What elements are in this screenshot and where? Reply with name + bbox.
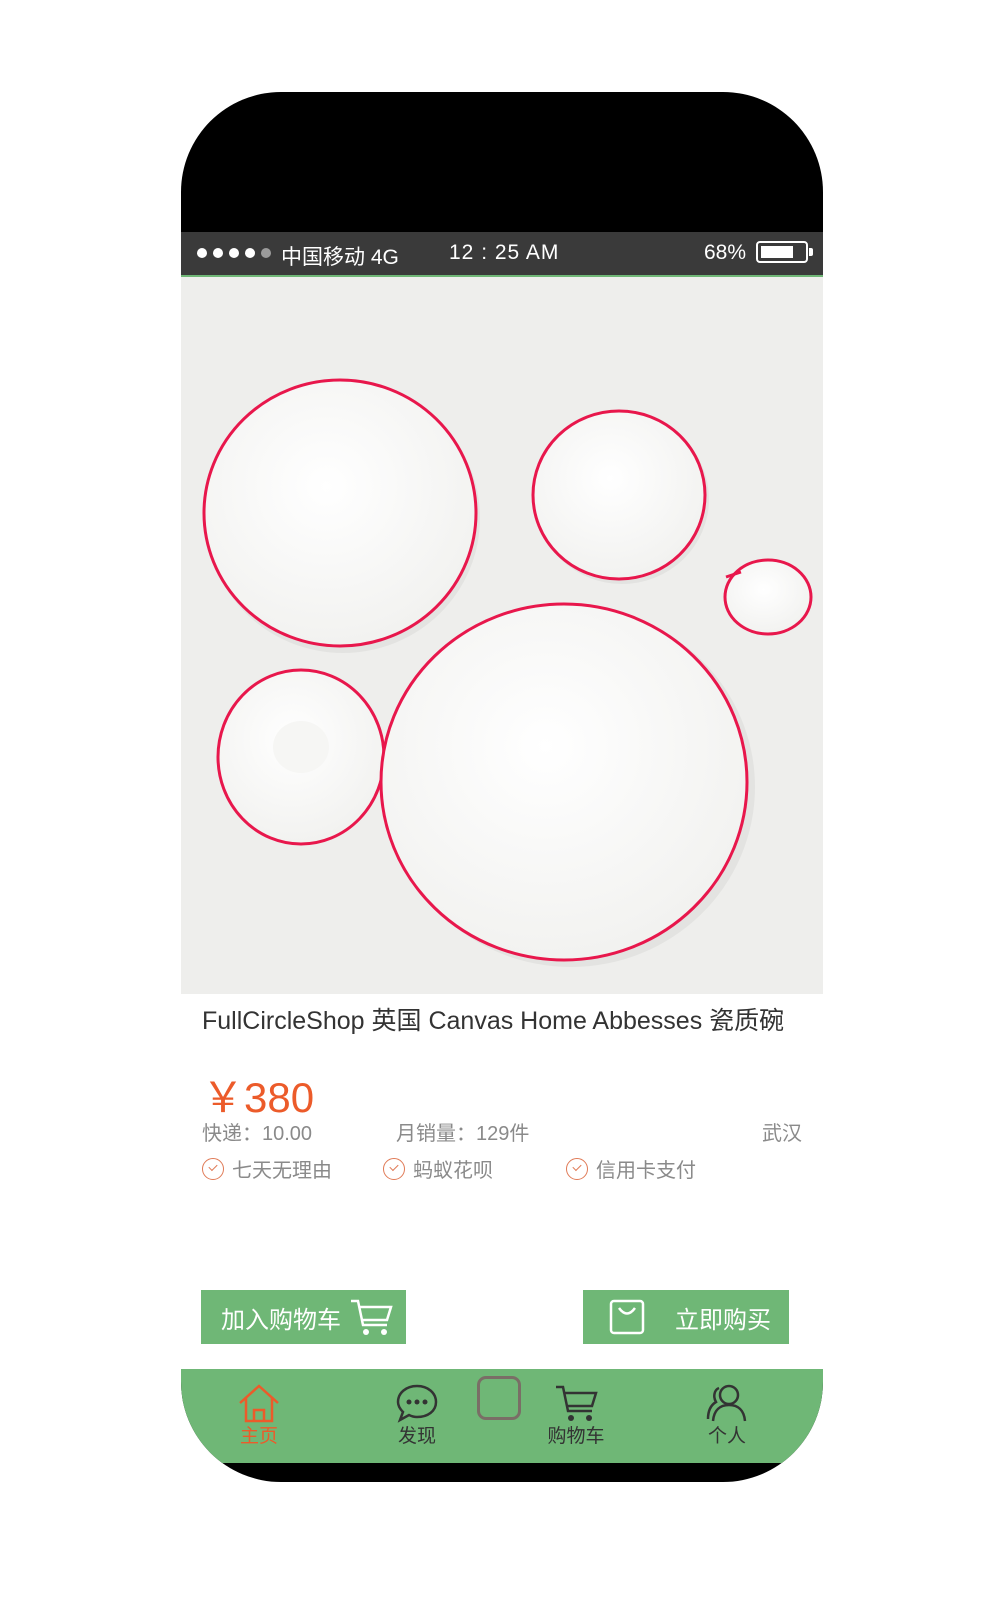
product-image[interactable] bbox=[181, 277, 823, 994]
user-icon bbox=[706, 1384, 747, 1422]
tab-home[interactable]: 主页 bbox=[199, 1369, 319, 1463]
check-circle-icon bbox=[383, 1157, 405, 1180]
battery-icon bbox=[756, 241, 813, 263]
product-detail-screen: FullCircleShop 英国 Canvas Home Abbesses 瓷… bbox=[181, 277, 823, 1463]
shopping-bag-icon bbox=[609, 1299, 645, 1335]
status-bar: 中国移动 4G 12 : 25 AM 68% bbox=[181, 232, 823, 277]
tab-discover-label: 发现 bbox=[397, 1426, 436, 1447]
badge-huabei: 蚂蚁花呗 bbox=[383, 1154, 493, 1183]
buy-now-button[interactable]: 立即购买 bbox=[583, 1290, 789, 1344]
chat-bubble-icon bbox=[396, 1384, 438, 1423]
product-title: FullCircleShop 英国 Canvas Home Abbesses 瓷… bbox=[202, 1007, 785, 1035]
tab-cart[interactable]: 购物车 bbox=[516, 1369, 636, 1463]
add-to-cart-label: 加入购物车 bbox=[221, 1306, 341, 1334]
phone-frame: 中国移动 4G 12 : 25 AM 68% FullCircleShop 英国… bbox=[181, 92, 823, 1482]
tab-profile[interactable]: 个人 bbox=[667, 1369, 787, 1463]
cart-icon bbox=[556, 1385, 598, 1421]
battery-percent: 68% bbox=[704, 241, 747, 264]
add-to-cart-button[interactable]: 加入购物车 bbox=[201, 1290, 406, 1344]
tab-discover[interactable]: 发现 bbox=[357, 1369, 477, 1463]
tab-cart-label: 购物车 bbox=[547, 1426, 605, 1447]
ship-from-location: 武汉 bbox=[762, 1123, 802, 1145]
signal-strength-icon bbox=[197, 248, 271, 258]
carrier-label: 中国移动 4G bbox=[281, 246, 399, 269]
clock: 12 : 25 AM bbox=[449, 241, 560, 264]
badge-credit-card: 信用卡支付 bbox=[566, 1154, 696, 1183]
product-price: ￥380 bbox=[202, 1074, 315, 1121]
check-circle-icon bbox=[566, 1157, 588, 1180]
shipping-fee: 快递：10.00 bbox=[202, 1123, 313, 1145]
tab-home-label: 主页 bbox=[239, 1426, 278, 1447]
buy-now-label: 立即购买 bbox=[675, 1306, 771, 1334]
badge-seven-day-return: 七天无理由 bbox=[202, 1154, 332, 1183]
cart-icon bbox=[351, 1299, 393, 1335]
monthly-sales: 月销量：129件 bbox=[396, 1123, 530, 1145]
check-circle-icon bbox=[202, 1157, 224, 1180]
tab-profile-label: 个人 bbox=[707, 1426, 746, 1447]
home-icon bbox=[239, 1384, 279, 1423]
home-button[interactable] bbox=[477, 1376, 521, 1420]
